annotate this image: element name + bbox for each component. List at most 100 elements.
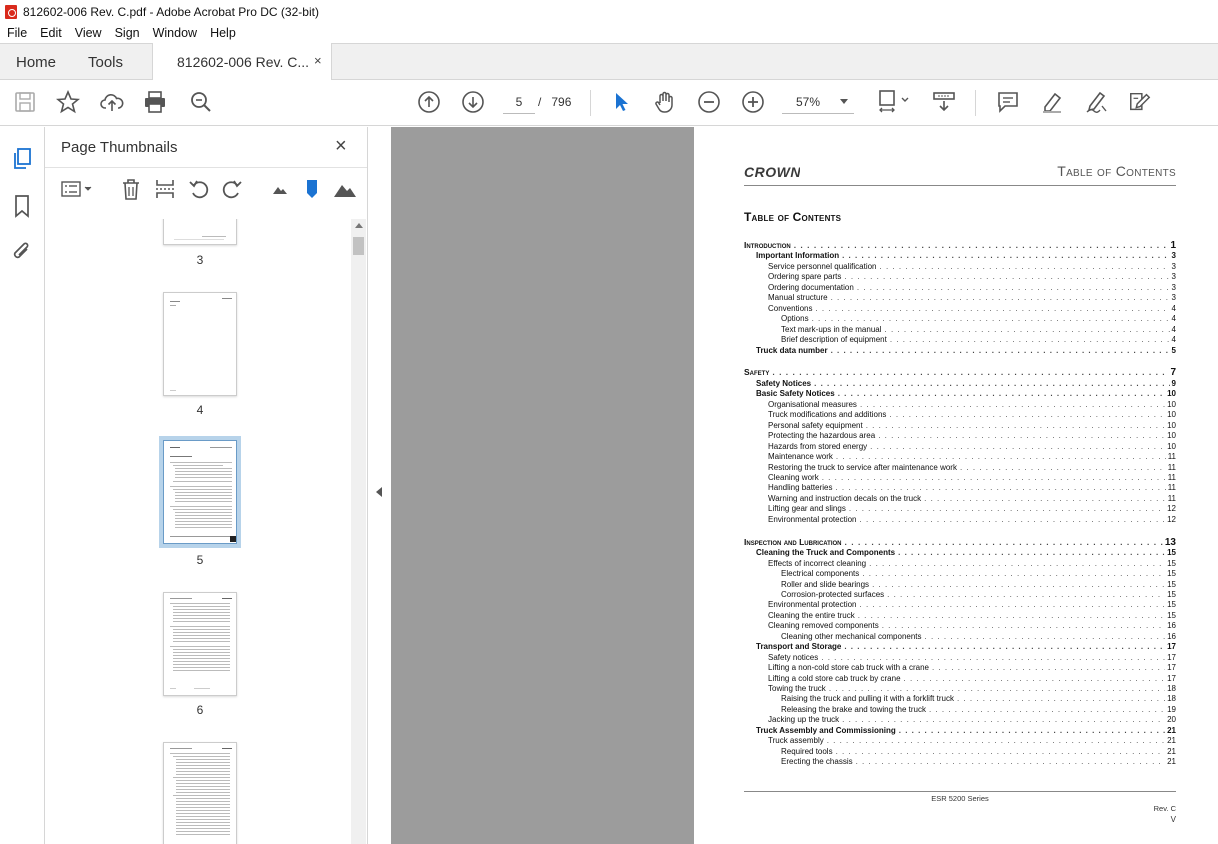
menu-view[interactable]: View [75,26,102,40]
toc-entry[interactable]: Safety Notices 9 [744,378,1176,389]
toc-entry[interactable]: Releasing the brake and towing the truck… [744,704,1176,715]
toc-entry[interactable]: Safety 7 [744,367,1176,378]
toc-entry[interactable]: Brief description of equipment 4 [744,334,1176,345]
thumbnail-page-4[interactable] [163,292,237,396]
tab-document[interactable]: 812602-006 Rev. C... × [152,43,332,80]
thumbnail-resize-handle[interactable] [230,536,236,542]
thumbnail-page-3[interactable] [163,219,237,245]
print-icon[interactable] [143,90,167,114]
toc-entry[interactable]: Safety notices 17 [744,652,1176,663]
toc-entry[interactable]: Maintenance work 11 [744,451,1176,462]
close-panel-icon[interactable]: × [335,135,347,158]
previous-page-icon[interactable] [417,90,441,114]
toc-entry[interactable]: Cleaning the entire truck 15 [744,610,1176,621]
tab-tools[interactable]: Tools [88,54,123,71]
thumbnail-page-6[interactable] [163,592,237,696]
thumbnail-scrollbar[interactable] [351,219,366,844]
toc-entry[interactable]: Towing the truck 18 [744,683,1176,694]
toc-entry[interactable]: Environmental protection 12 [744,514,1176,525]
menu-window[interactable]: Window [153,26,197,40]
toc-entry[interactable]: Manual structure 3 [744,292,1176,303]
menu-edit[interactable]: Edit [40,26,62,40]
page-thumbnails-icon[interactable] [10,147,34,171]
toc-entry[interactable]: Electrical components 15 [744,568,1176,579]
toc-entry[interactable]: Text mark-ups in the manual 4 [744,324,1176,335]
attachments-paperclip-icon[interactable] [10,240,34,264]
toc-entry[interactable]: Introduction 1 [744,240,1176,251]
toc-entry[interactable]: Transport and Storage 17 [744,641,1176,652]
toc-entry[interactable]: Ordering documentation 3 [744,282,1176,293]
toc-entry[interactable]: Service personnel qualification 3 [744,261,1176,272]
thumbnail-page-7[interactable] [163,742,237,844]
next-page-icon[interactable] [461,90,485,114]
reduce-thumbnail-size-icon[interactable] [268,177,292,201]
toc-entry[interactable]: Truck data number 5 [744,345,1176,356]
zoom-level-dropdown[interactable]: 57% [782,90,854,114]
scroll-mode-icon[interactable] [932,90,956,114]
rotate-counterclockwise-icon[interactable] [187,177,211,201]
toc-entry[interactable]: Required tools 21 [744,746,1176,757]
toc-entry[interactable]: Personal safety equipment 10 [744,420,1176,431]
hand-tool-icon[interactable] [653,90,677,114]
fit-page-icon[interactable] [876,90,912,114]
toc-entry[interactable]: Lifting gear and slings 12 [744,503,1176,514]
toc-entry[interactable]: Basic Safety Notices 10 [744,388,1176,399]
toc-entry[interactable]: Handling batteries 11 [744,482,1176,493]
toc-entry[interactable]: Important Information 3 [744,250,1176,261]
toc-entry[interactable]: Hazards from stored energy 10 [744,441,1176,452]
page-number-input[interactable]: 5 [503,90,535,114]
toc-entry[interactable]: Truck Assembly and Commissioning 21 [744,725,1176,736]
rotate-clockwise-icon[interactable] [220,177,244,201]
bookmarks-icon[interactable] [10,194,34,218]
toc-entry[interactable]: Erecting the chassis 21 [744,756,1176,767]
select-cursor-icon[interactable] [609,90,633,114]
tab-close-icon[interactable]: × [314,53,322,68]
toc-entry[interactable]: Effects of incorrect cleaning 15 [744,558,1176,569]
menu-sign[interactable]: Sign [115,26,140,40]
document-viewer[interactable]: CROWN Table of Contents Table of Content… [391,127,1218,844]
toc-entry[interactable]: Cleaning removed components 16 [744,620,1176,631]
insert-page-icon[interactable] [153,177,177,201]
toc-entry[interactable]: Cleaning the Truck and Components 15 [744,547,1176,558]
menu-file[interactable]: File [7,26,27,40]
sign-pen-icon[interactable] [1084,90,1108,114]
toc-entry[interactable]: Inspection and Lubrication 13 [744,537,1176,548]
zoom-search-icon[interactable] [189,90,213,114]
toc-entry[interactable]: Lifting a cold store cab truck by crane 1… [744,673,1176,684]
toc-entry[interactable]: Restoring the truck to service after mai… [744,462,1176,473]
comment-icon[interactable] [996,90,1020,114]
bookmark-star-icon[interactable] [56,90,80,114]
zoom-in-icon[interactable] [741,90,765,114]
scroll-up-arrow-icon[interactable] [355,223,363,228]
toc-entry[interactable]: Conventions 4 [744,303,1176,314]
toc-entry[interactable]: Cleaning work 11 [744,472,1176,483]
toc-entry[interactable]: Ordering spare parts 3 [744,271,1176,282]
enlarge-thumbnail-size-icon[interactable] [333,177,357,201]
toc-entry[interactable]: Options 4 [744,313,1176,324]
toc-entry[interactable]: Lifting a non-cold store cab truck with … [744,662,1176,673]
toc-entry[interactable]: Cleaning other mechanical components 16 [744,631,1176,642]
collapse-panel-handle[interactable] [367,127,391,844]
cloud-upload-icon[interactable] [100,90,124,114]
save-icon[interactable] [13,90,37,114]
toc-entry[interactable]: Environmental protection 15 [744,599,1176,610]
redact-tool-icon[interactable] [1128,90,1152,114]
toc-entry[interactable]: Warning and instruction decals on the tr… [744,493,1176,504]
zoom-out-icon[interactable] [697,90,721,114]
thumbnail-size-slider-icon[interactable] [300,177,324,201]
toc-entry[interactable]: Truck modifications and additions 10 [744,409,1176,420]
toc-entry[interactable]: Protecting the hazardous area 10 [744,430,1176,441]
toc-entry[interactable]: Jacking up the truck 20 [744,714,1176,725]
toc-entry[interactable]: Truck assembly 21 [744,735,1176,746]
toc-entry[interactable]: Organisational measures 10 [744,399,1176,410]
scrollbar-thumb[interactable] [353,237,364,255]
toc-entry[interactable]: Roller and slide bearings 15 [744,579,1176,590]
menu-help[interactable]: Help [210,26,236,40]
delete-page-icon[interactable] [119,177,143,201]
thumbnail-page-5[interactable] [159,436,241,548]
toc-entry[interactable]: Corrosion-protected surfaces 15 [744,589,1176,600]
highlight-pen-icon[interactable] [1040,90,1064,114]
tab-home[interactable]: Home [16,54,56,71]
options-menu-icon[interactable] [59,177,95,201]
toc-entry[interactable]: Raising the truck and pulling it with a … [744,693,1176,704]
